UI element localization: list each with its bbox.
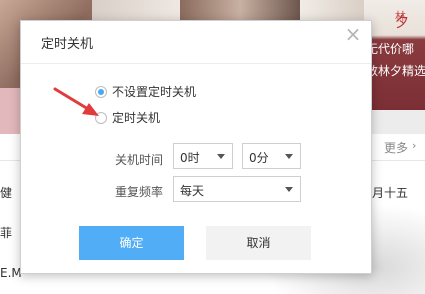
hour-select[interactable]: 0时 [173, 143, 233, 169]
list-item-text: 健 [0, 186, 13, 200]
chevron-down-icon [285, 187, 293, 192]
minute-select[interactable]: 0分 [242, 143, 301, 169]
chevron-down-icon [217, 154, 225, 159]
list-item-text: E.M [0, 266, 22, 280]
list-item-text: 菲 [0, 226, 13, 240]
more-link[interactable]: 更多 [384, 139, 408, 156]
thumbnail-image [300, 0, 364, 22]
thumbnail-image [180, 0, 300, 22]
list-item-text: 月十五 [372, 186, 409, 200]
minute-value: 0分 [249, 151, 269, 165]
hour-value: 0时 [180, 151, 200, 165]
repeat-label: 重复频率 [115, 185, 164, 199]
repeat-value: 每天 [180, 184, 205, 198]
shutdown-time-label: 关机时间 [115, 153, 164, 167]
banner-text: 数林夕精选 [366, 64, 425, 78]
cancel-button[interactable]: 取消 [206, 226, 311, 260]
chevron-right-icon: › [412, 139, 417, 152]
ok-button[interactable]: 确定 [79, 226, 184, 260]
banner-text: 无代价哪 [366, 42, 415, 56]
repeat-select[interactable]: 每天 [173, 176, 301, 202]
thumbnail-image [92, 0, 180, 22]
banner-text: 夕 [395, 15, 409, 31]
chevron-down-icon [285, 154, 293, 159]
shutdown-timer-dialog: 定时关机 × 不设置定时关机 定时关机 关机时间 0时 0分 重复频率 每天 确… [20, 20, 372, 274]
